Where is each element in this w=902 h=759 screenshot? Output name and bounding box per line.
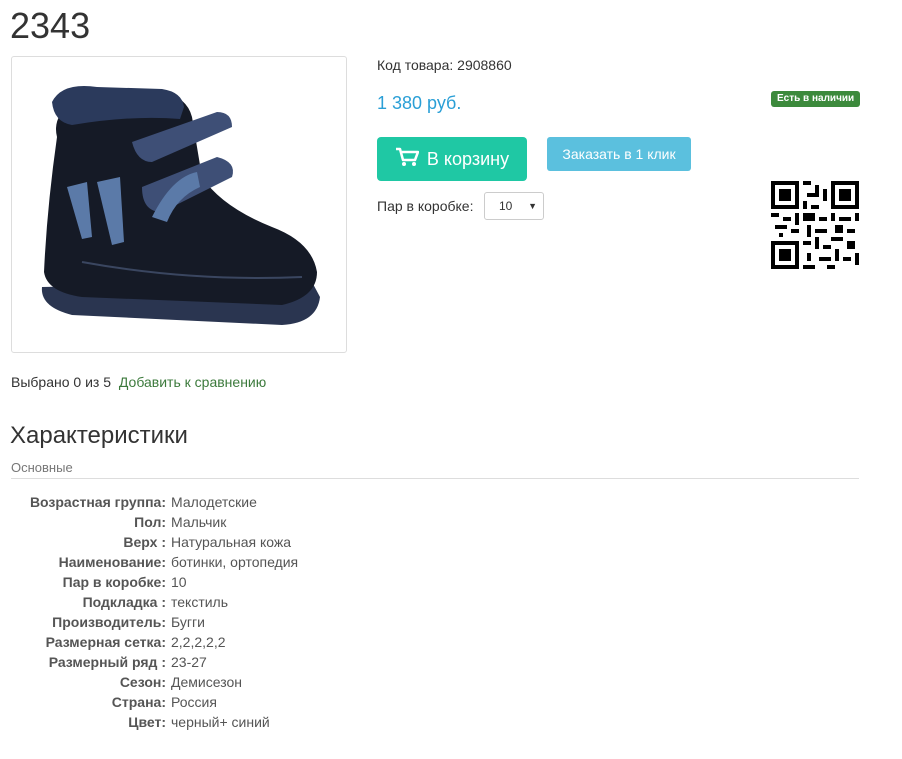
spec-row: Страна: Россия — [11, 692, 411, 712]
spec-row: Возрастная группа: Малодетские — [11, 492, 411, 512]
product-price: 1 380 руб. — [377, 93, 462, 113]
product-code: Код товара: 2908860 — [377, 57, 512, 73]
spec-value: Малодетские — [171, 494, 257, 510]
spec-row: Производитель: Бугги — [11, 612, 411, 632]
spec-value: Натуральная кожа — [171, 534, 292, 550]
spec-key: Размерный ряд : — [48, 654, 166, 670]
spec-key: Цвет: — [128, 714, 166, 730]
divider — [11, 478, 859, 479]
compare-count: Выбрано 0 из 5 — [11, 374, 111, 390]
qr-code — [771, 181, 859, 269]
spec-key: Производитель: — [52, 614, 166, 630]
add-to-cart-label: В корзину — [426, 148, 510, 169]
add-to-compare-link[interactable]: Добавить к сравнению — [119, 374, 266, 390]
spec-row: Верх : Натуральная кожа — [11, 532, 411, 552]
box-quantity-select[interactable]: 10 ▼ — [484, 192, 544, 220]
spec-value: 2,2,2,2,2 — [171, 634, 226, 650]
spec-value: Демисезон — [171, 674, 242, 690]
spec-key: Возрастная группа: — [29, 494, 166, 510]
spec-key: Страна: — [111, 694, 166, 710]
spec-key: Наименование: — [58, 554, 166, 570]
spec-value: черный+ синий — [171, 714, 270, 730]
spec-row: Сезон: Демисезон — [11, 672, 411, 692]
spec-value: Россия — [171, 694, 217, 710]
box-quantity-value: 10 — [499, 199, 513, 213]
compare-bar: Выбрано 0 из 5 Добавить к сравнению — [11, 374, 266, 390]
spec-key: Размерная сетка: — [45, 634, 166, 650]
one-click-order-button[interactable]: Заказать в 1 клик — [547, 137, 691, 171]
spec-row: Размерный ряд : 23-27 — [11, 652, 411, 672]
spec-row: Пар в коробке: 10 — [11, 572, 411, 592]
spec-value: 23-27 — [171, 654, 207, 670]
spec-row: Пол: Мальчик — [11, 512, 411, 532]
stock-badge: Есть в наличии — [771, 91, 861, 107]
spec-key: Сезон: — [119, 674, 166, 690]
spec-row: Наименование: ботинки, ортопедия — [11, 552, 411, 572]
spec-key: Пол: — [134, 514, 166, 530]
spec-key: Подкладка : — [82, 594, 166, 610]
cart-icon — [395, 147, 420, 172]
spec-key: Пар в коробке: — [62, 574, 166, 590]
spec-value: Мальчик — [171, 514, 227, 530]
spec-key: Верх : — [123, 534, 166, 550]
spec-row: Размерная сетка: 2,2,2,2,2 — [11, 632, 411, 652]
spec-value: текстиль — [171, 594, 229, 610]
spec-row: Подкладка : текстиль — [11, 592, 411, 612]
add-to-cart-button[interactable]: В корзину — [377, 137, 527, 181]
specs-group-title: Основные — [11, 460, 73, 475]
spec-row: Цвет: черный+ синий — [11, 712, 411, 732]
spec-value: 10 — [171, 574, 187, 590]
product-image[interactable] — [11, 56, 347, 353]
box-quantity-label: Пар в коробке: — [377, 198, 474, 214]
spec-value: ботинки, ортопедия — [171, 554, 299, 570]
boot-image — [41, 86, 320, 325]
specs-table: Возрастная группа: Малодетские Пол: Мальчи… — [11, 492, 411, 732]
chevron-down-icon: ▼ — [528, 201, 537, 211]
spec-value: Бугги — [171, 614, 205, 630]
specs-heading: Характеристики — [10, 422, 188, 449]
product-title: 2343 — [10, 5, 91, 46]
